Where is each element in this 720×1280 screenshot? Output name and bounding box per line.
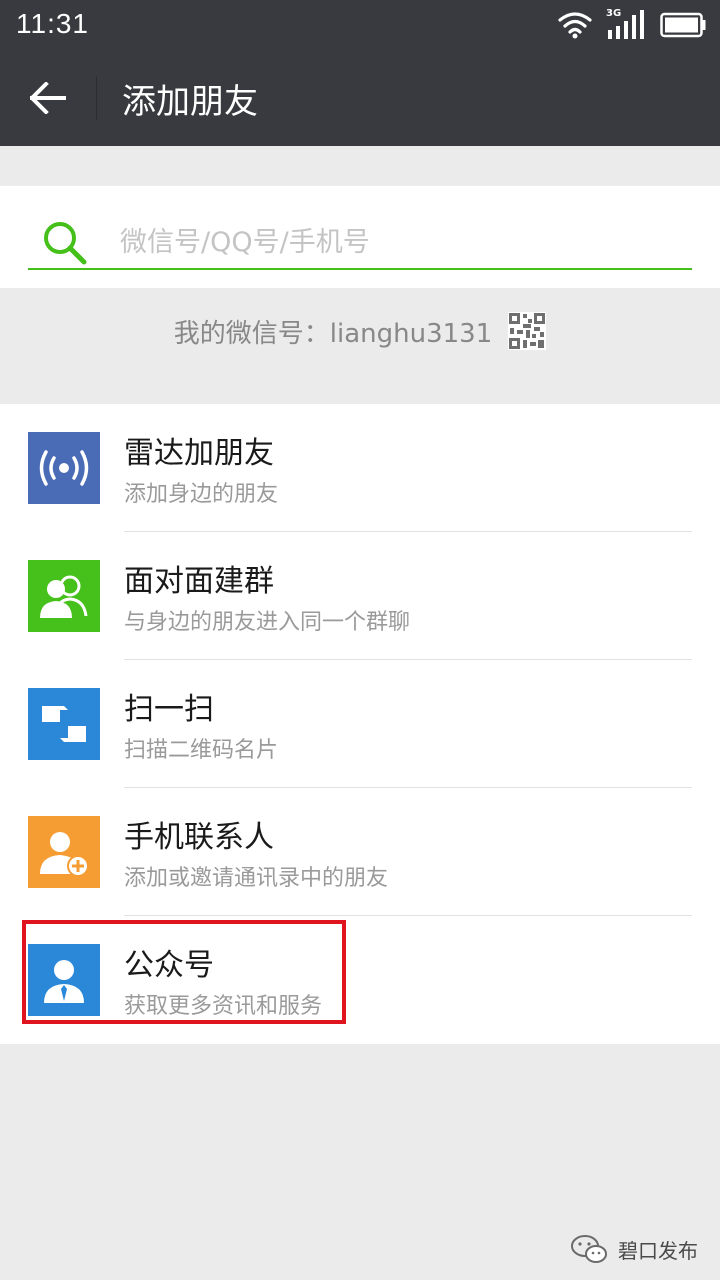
list-item-radar[interactable]: 雷达加朋友 添加身边的朋友 xyxy=(0,404,720,532)
watermark: 碧口发布 xyxy=(570,1234,698,1264)
battery-icon xyxy=(660,12,706,38)
list-item-face-to-face-group[interactable]: 面对面建群 与身边的朋友进入同一个群聊 xyxy=(0,532,720,660)
search-placeholder: 微信号/QQ号/手机号 xyxy=(120,227,370,258)
list-item-title: 雷达加朋友 xyxy=(124,436,274,471)
wifi-icon xyxy=(558,12,592,39)
status-icons: 3G xyxy=(558,8,706,41)
list-item-title: 手机联系人 xyxy=(124,820,274,855)
search-icon xyxy=(44,222,87,265)
search-section: 微信号/QQ号/手机号 xyxy=(0,186,720,288)
status-time: 11:31 xyxy=(16,8,89,39)
highlight-box xyxy=(22,920,346,1024)
app-header: 添加朋友 xyxy=(0,50,720,146)
group-icon xyxy=(28,560,100,632)
search-input[interactable]: 微信号/QQ号/手机号 xyxy=(28,208,692,270)
list-item-title: 面对面建群 xyxy=(124,564,274,599)
my-wechat-id-label: 我的微信号：lianghu3131 xyxy=(173,318,493,349)
wechat-logo-icon xyxy=(571,1235,607,1263)
back-button[interactable] xyxy=(18,68,78,128)
list-item-subtitle: 扫描二维码名片 xyxy=(124,738,279,763)
page-title: 添加朋友 xyxy=(122,82,258,122)
my-wechat-id[interactable]: 我的微信号：lianghu3131 xyxy=(0,305,720,357)
list-item-subtitle: 添加身边的朋友 xyxy=(124,482,279,507)
arrow-left-icon xyxy=(30,82,66,114)
list-item-phone-contacts[interactable]: 手机联系人 添加或邀请通讯录中的朋友 xyxy=(0,788,720,916)
radar-icon xyxy=(28,432,100,504)
qr-code-icon[interactable] xyxy=(508,312,547,350)
list-item-subtitle: 与身边的朋友进入同一个群聊 xyxy=(124,610,411,635)
signal-icon: 3G xyxy=(606,8,646,40)
contact-add-icon xyxy=(28,816,100,888)
header-divider xyxy=(96,76,97,120)
scan-icon xyxy=(28,688,100,760)
screen: 11:31 3G 添加朋友 微信号/QQ号/手机号 我的微信号：lianghu3… xyxy=(0,0,720,1280)
list-item-title: 扫一扫 xyxy=(124,692,214,727)
list-item-scan[interactable]: 扫一扫 扫描二维码名片 xyxy=(0,660,720,788)
list-item-subtitle: 添加或邀请通讯录中的朋友 xyxy=(124,866,389,891)
status-bar: 11:31 3G xyxy=(0,0,720,50)
watermark-text: 碧口发布 xyxy=(618,1238,698,1263)
